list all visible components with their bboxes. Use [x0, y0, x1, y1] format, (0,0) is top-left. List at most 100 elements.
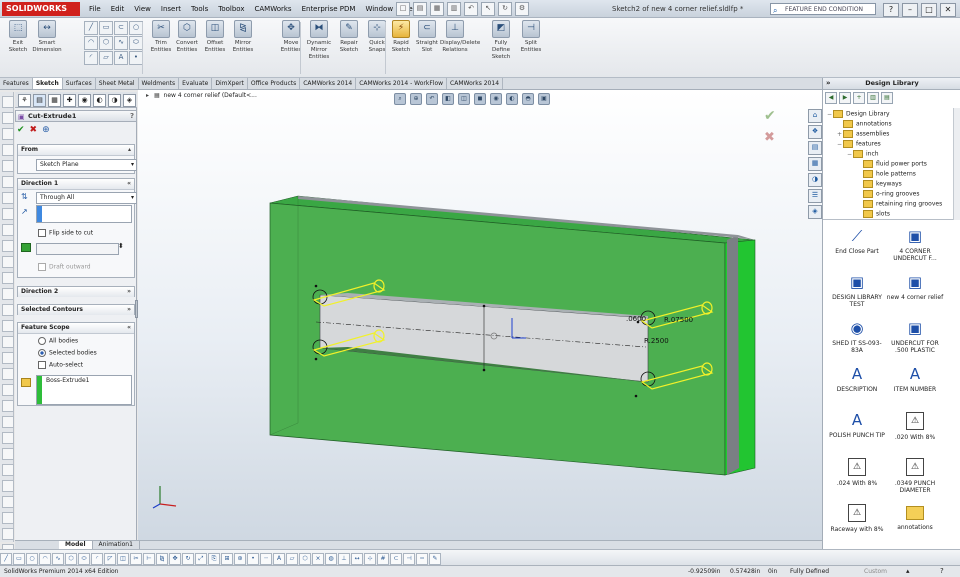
camworks-tab-icon[interactable]: ◈ [808, 205, 822, 219]
feature-scope-header[interactable]: Feature Scope « [18, 323, 134, 334]
arc-icon[interactable]: ◠ [84, 36, 98, 50]
ellipse-icon[interactable]: ⬭ [129, 36, 143, 50]
arc-icon[interactable]: ◠ [39, 553, 51, 565]
lights-icon[interactable] [2, 256, 14, 268]
close-button[interactable]: ✕ [940, 3, 956, 17]
text-icon[interactable]: A [273, 553, 285, 565]
measure-icon[interactable] [2, 288, 14, 300]
detail-preview-icon[interactable]: ⊕ [42, 124, 50, 136]
relations-icon[interactable]: ⊥ [338, 553, 350, 565]
collapse-panel-icon[interactable]: » [826, 78, 831, 89]
menu-item-camworks[interactable]: CAMWorks [249, 0, 296, 18]
circle-icon[interactable]: ○ [26, 553, 38, 565]
back-icon[interactable]: ◀ [825, 92, 837, 104]
zoom-fit-icon[interactable] [2, 112, 14, 124]
help-button[interactable]: ? [883, 3, 899, 17]
library-item[interactable]: ⚠ Raceway with 8% [827, 504, 887, 533]
tab-evaluate[interactable]: Evaluate [179, 78, 213, 89]
tab-sketch[interactable]: Sketch [32, 78, 63, 89]
thickness-icon[interactable] [2, 416, 14, 428]
menu-item-toolbox[interactable]: Toolbox [213, 0, 249, 18]
check-icon[interactable] [2, 448, 14, 460]
spinner-icon[interactable]: ⬍ [118, 242, 124, 250]
library-item[interactable]: ⚠ .020 With 8% [885, 412, 945, 441]
draft-outward-checkbox[interactable]: Draft outward [38, 263, 91, 272]
help-status-icon[interactable]: ? [940, 566, 944, 577]
solidworks-logo[interactable]: SOLIDWORKS [2, 2, 80, 16]
library-item[interactable]: A ITEM NUMBER [885, 366, 945, 393]
design-library-tab-icon[interactable]: ❖ [808, 125, 822, 139]
rectangle-icon[interactable]: ▭ [99, 21, 113, 35]
selected-contours-group[interactable]: Selected Contours » [17, 304, 135, 315]
add-to-library-icon[interactable]: + [853, 92, 865, 104]
tree-node[interactable]: fluid power ports [857, 160, 927, 169]
undercut-icon[interactable] [2, 384, 14, 396]
straight-slot-button[interactable]: ⊂ Straight Slot [412, 20, 442, 54]
dimension-label[interactable]: R.07500 [664, 316, 693, 324]
library-item[interactable]: ▣ new 4 corner relief [885, 274, 945, 301]
tree-node[interactable]: − Design Library [827, 110, 890, 119]
expand-icon[interactable]: » [127, 287, 131, 296]
point-icon[interactable]: • [129, 51, 143, 65]
centerline-icon[interactable]: ┄ [260, 553, 272, 565]
zebra-icon[interactable] [2, 352, 14, 364]
library-item[interactable]: ◉ SHED IT SS-093-83A [827, 320, 887, 354]
extend-icon[interactable]: ⊢ [143, 553, 155, 565]
scale-icon[interactable]: ⤢ [195, 553, 207, 565]
silhouette-icon[interactable]: ◍ [325, 553, 337, 565]
minimize-button[interactable]: – [902, 3, 918, 17]
rectangle-icon[interactable]: ▭ [13, 553, 25, 565]
tree-scrollbar[interactable] [953, 108, 960, 220]
move-icon[interactable]: ✥ [169, 553, 181, 565]
scope-all-bodies-radio[interactable]: All bodies [38, 337, 78, 346]
slot-icon[interactable]: ⊂ [390, 553, 402, 565]
wireframe-icon[interactable] [2, 208, 14, 220]
section-icon[interactable] [2, 320, 14, 332]
library-item[interactable]: ▣ DESIGN LIBRARY TEST [827, 274, 887, 308]
collapse-icon[interactable]: ▴ [128, 145, 131, 154]
tree-node[interactable]: retaining ring grooves [857, 200, 942, 209]
menu-item-enterprise-pdm[interactable]: Enterprise PDM [297, 0, 361, 18]
line-icon[interactable]: ╱ [0, 553, 12, 565]
exit-sketch-button[interactable]: ⬚ Exit Sketch [3, 20, 33, 54]
interference-icon[interactable] [2, 432, 14, 444]
units-menu[interactable]: Custom [864, 566, 887, 577]
feature-tree-tab-icon[interactable]: ⚘ [18, 94, 31, 107]
fully-define-sketch-button[interactable]: ◩ Fully Define Sketch [486, 20, 516, 61]
chevron-down-icon[interactable]: ▾ [131, 160, 134, 169]
tab-features[interactable]: Features [0, 78, 33, 89]
undo-icon[interactable]: ↶ [464, 2, 478, 16]
tab-dimxpert[interactable]: DimXpert [212, 78, 248, 89]
convert-entities-button[interactable]: ⬡ Convert Entities [172, 20, 202, 54]
display-delete-relations-button[interactable]: ⊥ Display/Delete Relations [440, 20, 480, 54]
pan-icon[interactable] [2, 160, 14, 172]
polygon-icon[interactable]: ⬡ [99, 36, 113, 50]
maximize-button[interactable]: □ [921, 3, 937, 17]
chevron-down-icon[interactable]: ▾ [131, 193, 134, 202]
menu-item-insert[interactable]: Insert [156, 0, 186, 18]
library-item[interactable]: annotations [885, 504, 945, 531]
flip-side-checkbox[interactable]: Flip side to cut [38, 229, 93, 238]
camworks-operation-tab-icon[interactable]: ◑ [108, 94, 121, 107]
grid-icon[interactable]: # [377, 553, 389, 565]
spline-icon[interactable]: ∿ [52, 553, 64, 565]
direction2-group[interactable]: Direction 2 » [17, 286, 135, 297]
units-dropdown-icon[interactable]: ▴ [906, 566, 910, 577]
text-icon[interactable]: A [114, 51, 128, 65]
menu-item-tools[interactable]: Tools [186, 0, 213, 18]
tree-node[interactable]: − inch [847, 150, 879, 159]
stats-icon[interactable] [2, 512, 14, 524]
search-icon[interactable]: ⌕ [773, 5, 777, 16]
tab-camworks-2014-workflow[interactable]: CAMWorks 2014 - WorkFlow [356, 78, 448, 89]
tab-camworks-2014[interactable]: CAMWorks 2014 [447, 78, 504, 89]
spline-icon[interactable]: ∿ [114, 36, 128, 50]
perspective-icon[interactable] [2, 240, 14, 252]
rotate-icon[interactable]: ↻ [182, 553, 194, 565]
plane-icon[interactable]: ▱ [286, 553, 298, 565]
model-viewport[interactable]: .0600 R.07500 R.2500 [138, 90, 822, 540]
copy-icon[interactable]: ⎘ [208, 553, 220, 565]
print-icon[interactable]: ▥ [447, 2, 461, 16]
ellipse-icon[interactable]: ⬭ [78, 553, 90, 565]
file-explorer-tab-icon[interactable]: ▤ [808, 141, 822, 155]
ok-icon[interactable]: ✔ [17, 124, 25, 136]
